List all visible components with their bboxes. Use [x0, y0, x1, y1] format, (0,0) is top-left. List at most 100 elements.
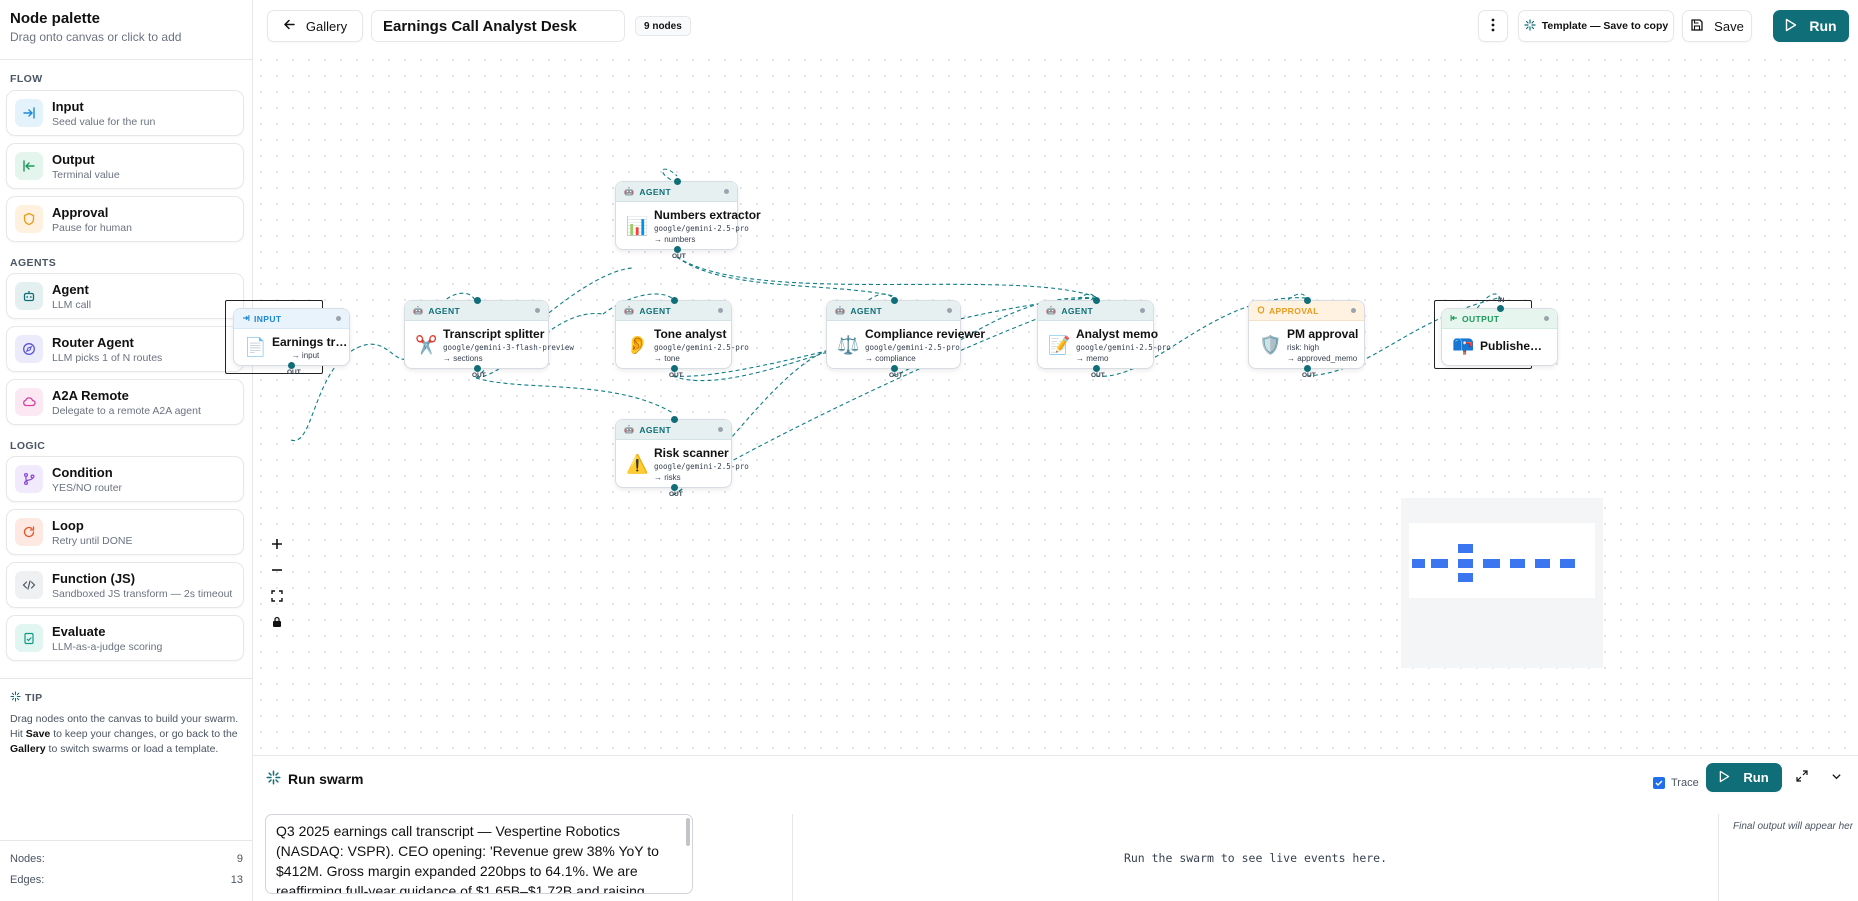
node-output-handle[interactable] [671, 484, 678, 491]
node-body: ⚖️ Compliance reviewer google/gemini-2.5-… [827, 321, 985, 369]
palette-item-evaluate[interactable]: Evaluate LLM-as-a-judge scoring [6, 615, 244, 661]
handle-label: OUT [672, 253, 686, 260]
node-input-handle[interactable] [1093, 297, 1100, 304]
node-kind: AGENT [850, 305, 883, 316]
gallery-button[interactable]: Gallery [267, 10, 363, 42]
node-status-dot [1544, 316, 1549, 321]
edge-numbers-to-compliance[interactable] [676, 256, 894, 297]
node-header: 🤖 AGENT [405, 301, 548, 321]
tip-text-part: to switch swarms or load a template. [45, 743, 219, 755]
collapse-panel-button[interactable] [1824, 766, 1848, 790]
node-output-var: → compliance [865, 354, 916, 363]
template-label: Template — Save to copy [1541, 20, 1669, 32]
flow-canvas[interactable]: INPUT 📄 Earnings transc... → input OUT 🤖 A… [225, 52, 1858, 755]
node-input[interactable]: INPUT 📄 Earnings transc... → input OUT [233, 308, 352, 376]
node-model: google/gemini-2.5-pro [654, 343, 749, 352]
stat-label: Edges: [10, 874, 45, 886]
run-panel-header: Run swarm [266, 770, 363, 788]
edge-splitter-to-risk[interactable] [475, 377, 674, 414]
run-swarm-button[interactable]: Run [1706, 763, 1782, 792]
node-kind: AGENT [428, 305, 461, 316]
zoom-out-button[interactable] [265, 560, 289, 584]
palette-item-function-js[interactable]: Function (JS) Sandboxed JS transform — 2s… [6, 562, 244, 608]
edge-numbers-to-memo[interactable] [676, 256, 1097, 298]
node-output-handle[interactable] [1304, 365, 1311, 372]
play-icon [1785, 18, 1797, 35]
palette-item-router-agent[interactable]: Router Agent LLM picks 1 of N routes [6, 326, 244, 372]
stat-value: 9 [236, 853, 243, 865]
node-input-handle[interactable] [1497, 305, 1504, 312]
palette-item-name: A2A Remote [52, 387, 129, 403]
trace-checkbox[interactable] [1653, 777, 1665, 789]
swarm-title-input[interactable]: Earnings Call Analyst Desk [371, 10, 625, 42]
node-status-dot [718, 308, 723, 313]
node-output-handle[interactable] [671, 365, 678, 372]
node-tone-analyst[interactable]: 🤖 AGENT 👂 Tone analyst google/gemini-2.5-p… [615, 297, 749, 379]
node-transcript-splitter[interactable]: 🤖 AGENT ✂️ Transcript splitter google/gemi… [404, 297, 574, 379]
minimap-node [1458, 544, 1473, 553]
node-numbers-extractor[interactable]: 🤖 AGENT 📊 Numbers extractor google/gemini-… [615, 178, 761, 260]
node-compliance-reviewer[interactable]: 🤖 AGENT ⚖️ Compliance reviewer google/gemi… [826, 297, 985, 379]
save-disk-icon [1690, 18, 1704, 35]
palette-subtitle: Drag onto canvas or click to add [10, 30, 182, 44]
handle-label: OUT [1091, 372, 1105, 379]
palette-item-name: Loop [52, 517, 84, 533]
textarea-scrollbar[interactable] [686, 818, 690, 846]
palette-item-approval[interactable]: Approval Pause for human [6, 196, 244, 242]
node-pm-approval[interactable]: APPROVAL 🛡️ PM approval risk: high → appro… [1248, 297, 1365, 379]
template-save-to-copy-button[interactable]: Template — Save to copy [1518, 10, 1674, 42]
palette-item-loop[interactable]: Loop Retry until DONE [6, 509, 244, 555]
node-body: 📄 Earnings transc... → input [234, 329, 352, 366]
node-kind: AGENT [639, 305, 672, 316]
input-arrow-icon [242, 314, 250, 324]
node-input-handle[interactable] [1304, 297, 1311, 304]
zoom-in-button[interactable] [265, 534, 289, 558]
node-input-handle[interactable] [891, 297, 898, 304]
lock-button[interactable] [265, 612, 289, 636]
node-header: 🤖 AGENT [616, 301, 731, 321]
node-body: 👂 Tone analyst google/gemini-2.5-pro → ton… [616, 321, 749, 369]
node-risk-level: risk: high [1287, 343, 1320, 352]
node-input-handle[interactable] [474, 297, 481, 304]
node-model: google/gemini-2.5-pro [1076, 343, 1171, 352]
node-header: 🤖 AGENT [616, 182, 737, 202]
fit-view-button[interactable] [265, 586, 289, 610]
palette-item-desc: Pause for human [52, 221, 132, 234]
node-output-handle[interactable] [474, 365, 481, 372]
palette-item-name: Input [52, 98, 84, 114]
node-input-handle[interactable] [674, 178, 681, 185]
palette-item-condition[interactable]: Condition YES/NO router [6, 456, 244, 502]
swarm-input-textarea[interactable]: Q3 2025 earnings call transcript — Vespe… [265, 814, 693, 894]
save-button[interactable]: Save [1682, 10, 1752, 42]
bar-chart-icon: 📊 [626, 215, 649, 236]
node-output-handle[interactable] [288, 362, 295, 369]
node-risk-scanner[interactable]: 🤖 AGENT ⚠️ Risk scanner google/gemini-2.5-… [615, 416, 749, 498]
memo-icon: 📝 [1048, 334, 1071, 355]
node-input-handle[interactable] [671, 416, 678, 423]
palette-item-input[interactable]: Input Seed value for the run [6, 90, 244, 136]
more-menu-button[interactable] [1478, 10, 1508, 42]
run-button[interactable]: Run [1773, 10, 1849, 42]
robot-icon [15, 282, 43, 310]
palette-item-a2a-remote[interactable]: A2A Remote Delegate to a remote A2A agent [6, 379, 244, 425]
divider [1718, 814, 1719, 901]
node-kind: AGENT [639, 424, 672, 435]
node-kind: INPUT [254, 313, 282, 324]
app-root: Node palette Drag onto canvas or click t… [0, 0, 1858, 901]
expand-panel-button[interactable] [1790, 766, 1814, 790]
node-model: google/gemini-2.5-pro [865, 343, 960, 352]
node-output-handle[interactable] [674, 246, 681, 253]
trace-toggle[interactable]: Trace [1653, 777, 1699, 789]
node-output-var: → memo [1076, 354, 1109, 363]
node-analyst-memo[interactable]: 🤖 AGENT 📝 Analyst memo google/gemini-2.5-p… [1037, 297, 1171, 379]
node-input-handle[interactable] [671, 297, 678, 304]
palette-item-desc: Sandboxed JS transform — 2s timeout [52, 587, 233, 600]
palette-item-output[interactable]: Output Terminal value [6, 143, 244, 189]
node-output-handle[interactable] [1093, 365, 1100, 372]
node-output-handle[interactable] [891, 365, 898, 372]
node-model: google/gemini-3-flash-preview [443, 343, 574, 352]
palette-item-agent[interactable]: Agent LLM call [6, 273, 244, 319]
minimap[interactable] [1401, 498, 1603, 668]
node-published-memo[interactable]: OUTPUT 📪 Published memo IN [1441, 297, 1558, 366]
gallery-label: Gallery [305, 18, 348, 34]
